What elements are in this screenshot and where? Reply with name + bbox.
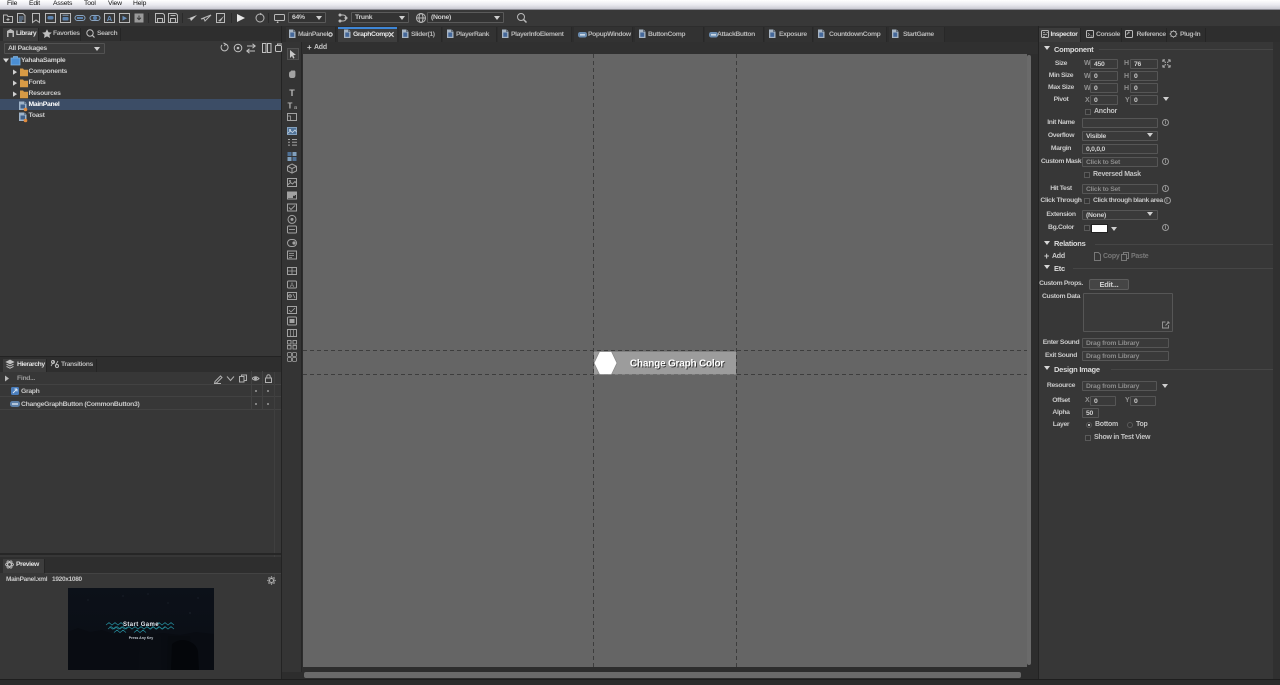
- svg-text:T: T: [289, 88, 295, 98]
- svg-text:Press Any Key: Press Any Key: [129, 636, 153, 640]
- svg-text:Start Game: Start Game: [123, 622, 159, 628]
- svg-text:a: a: [294, 105, 298, 111]
- svg-text:A: A: [107, 14, 113, 23]
- svg-text:Change Graph Color: Change Graph Color: [630, 359, 724, 370]
- svg-text:T: T: [288, 102, 293, 111]
- svg-text:A: A: [290, 283, 294, 289]
